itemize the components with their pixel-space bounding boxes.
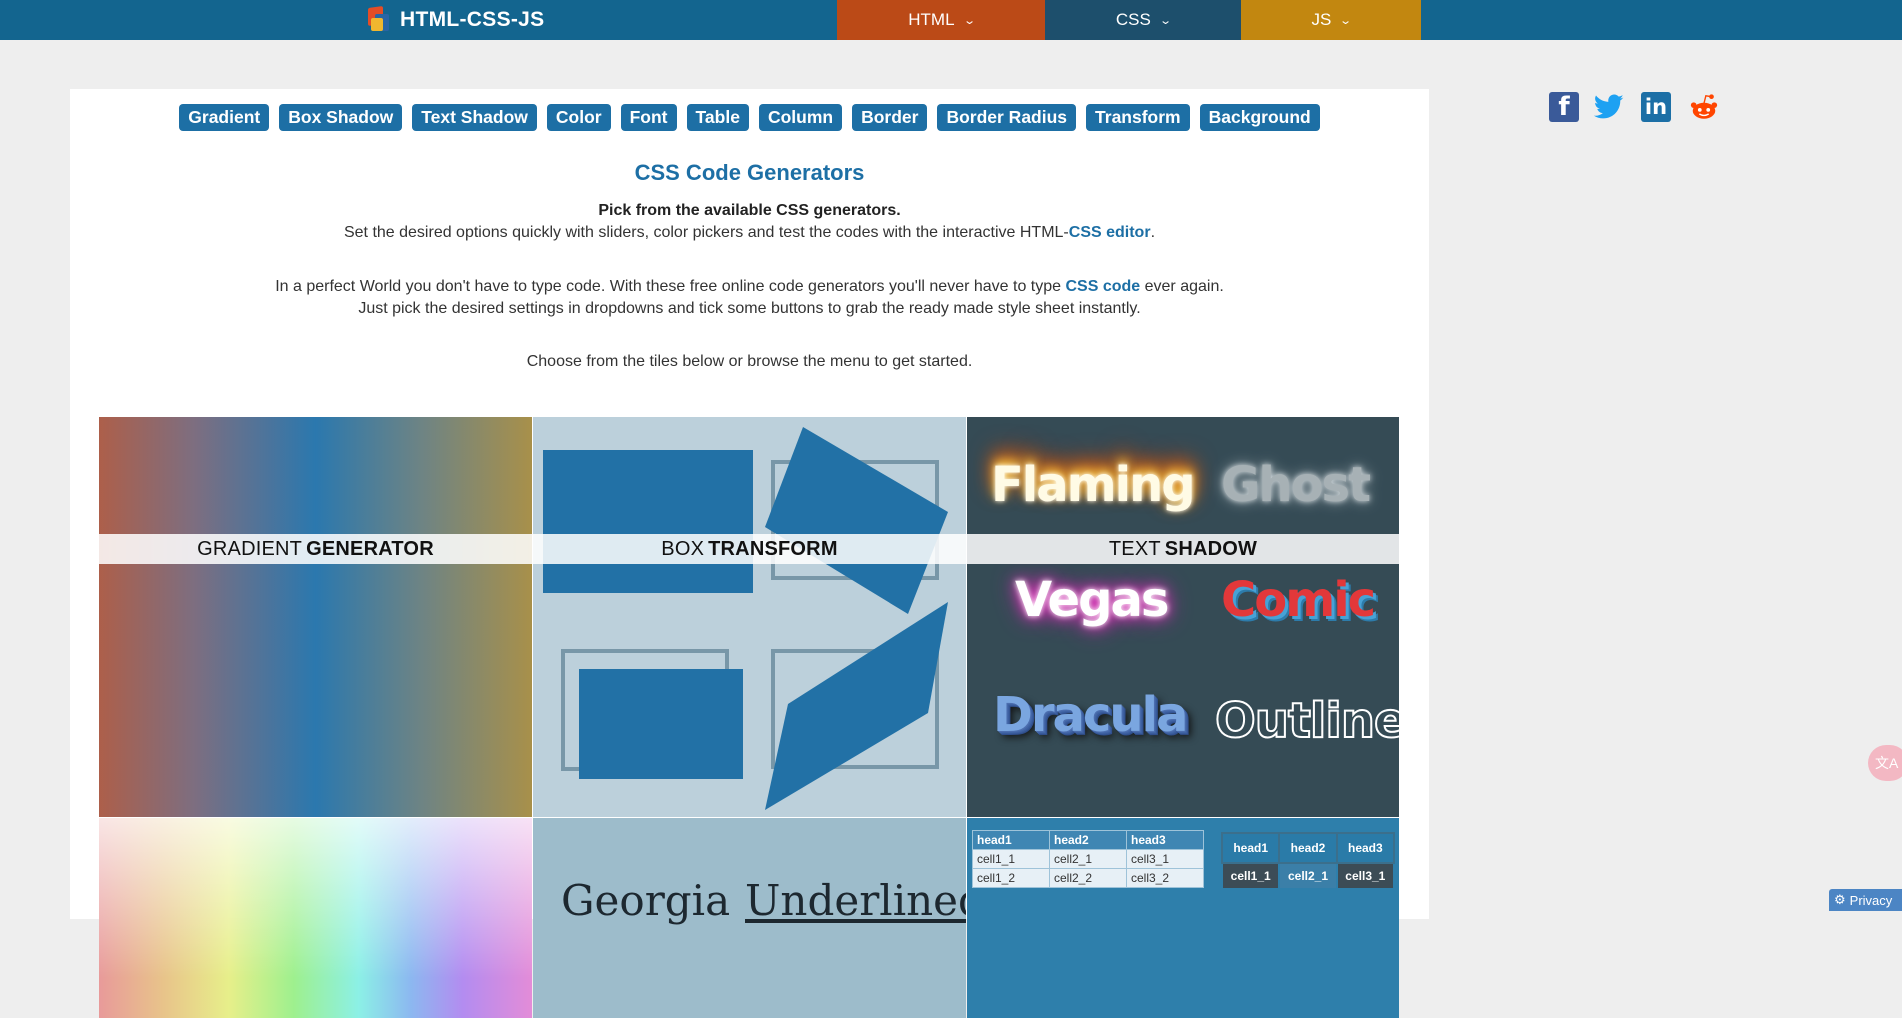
- table-sample-2: head1 head2 head3 cell1_1 cell2_1 cell3_…: [1220, 832, 1396, 890]
- chip-border-radius[interactable]: Border Radius: [937, 104, 1077, 131]
- page-title: CSS Code Generators: [634, 160, 865, 185]
- facebook-icon[interactable]: f: [1549, 92, 1579, 122]
- table-header: head3: [1335, 832, 1396, 864]
- table-sample-1: head1 head2 head3 cell1_1 cell2_1 cell3_…: [972, 830, 1204, 888]
- table-cell: cell3_1: [1335, 862, 1396, 890]
- reddit-icon[interactable]: [1689, 92, 1719, 122]
- intro-bold-line: Pick from the available CSS generators.: [598, 202, 901, 219]
- linkedin-icon[interactable]: in: [1641, 92, 1671, 122]
- tile-box-transform[interactable]: BOX TRANSFORM: [533, 417, 966, 817]
- css-editor-link[interactable]: CSS editor: [1069, 224, 1151, 241]
- tile-color-generator[interactable]: [99, 818, 532, 1018]
- table-row: cell1_2 cell2_2 cell3_2: [972, 868, 1204, 888]
- chip-font[interactable]: Font: [620, 104, 677, 131]
- brand-link[interactable]: HTML-CSS-JS: [365, 5, 544, 35]
- intro-paragraph: Pick from the available CSS generators. …: [70, 200, 1429, 244]
- description-paragraph: In a perfect World you don't have to typ…: [70, 276, 1429, 320]
- chevron-down-icon: ⌄: [1159, 14, 1172, 27]
- table-header: head3: [1126, 830, 1204, 850]
- brand-name: HTML-CSS-JS: [400, 8, 545, 31]
- table-header: head1: [972, 830, 1050, 850]
- table-cell: cell1_2: [972, 868, 1050, 888]
- chip-color[interactable]: Color: [546, 104, 611, 131]
- table-cell: cell1_1: [1220, 862, 1281, 890]
- site-logo-icon: [365, 5, 391, 35]
- menu-tab-js-label: JS: [1311, 10, 1332, 29]
- tile-caption: TEXT SHADOW: [967, 534, 1399, 564]
- menu-tab-css[interactable]: CSS ⌄: [1045, 0, 1241, 40]
- tile-gradient-generator[interactable]: GRADIENT GENERATOR: [99, 417, 532, 817]
- tile-table-generator[interactable]: head1 head2 head3 cell1_1 cell2_1 cell3_…: [967, 818, 1399, 1018]
- menu-tab-js[interactable]: JS ⌄: [1241, 0, 1421, 40]
- css-code-link[interactable]: CSS code: [1065, 278, 1140, 295]
- chip-border[interactable]: Border: [852, 104, 928, 131]
- font-sample-underlined: Underlined: [745, 876, 966, 925]
- privacy-badge[interactable]: ⚙ Privacy: [1829, 889, 1902, 911]
- tile-caption-light: GRADIENT: [197, 537, 303, 560]
- description-text-a: In a perfect World you don't have to typ…: [275, 278, 1066, 295]
- description-text-b: ever again.: [1140, 278, 1224, 295]
- description-line-2: Just pick the desired settings in dropdo…: [358, 300, 1141, 317]
- tile-caption-bold: TRANSFORM: [708, 537, 838, 560]
- tile-caption-light: TEXT: [1108, 537, 1161, 560]
- table-header: head2: [1049, 830, 1127, 850]
- intro-period: .: [1150, 224, 1156, 241]
- privacy-label: Privacy: [1849, 892, 1893, 908]
- sample-flaming: Flaming: [991, 457, 1196, 513]
- menu-tab-html[interactable]: HTML ⌄: [837, 0, 1045, 40]
- table-cell: cell3_2: [1126, 868, 1204, 888]
- table-cell: cell2_1: [1049, 849, 1127, 869]
- table-row: cell1_1 cell2_1 cell3_1: [972, 849, 1204, 869]
- generator-chip-list: Gradient Box Shadow Text Shadow Color Fo…: [70, 104, 1429, 131]
- menu-tab-css-label: CSS: [1115, 10, 1151, 29]
- table-header: head2: [1278, 832, 1338, 864]
- menu-tab-html-label: HTML: [908, 10, 955, 29]
- main-content-panel: Gradient Box Shadow Text Shadow Color Fo…: [70, 89, 1429, 1018]
- tile-text-shadow[interactable]: Flaming Ghost Vegas Comic Dracula Outlin…: [967, 417, 1399, 817]
- top-navigation-bar: HTML-CSS-JS HTML ⌄ CSS ⌄ JS ⌄: [0, 0, 1902, 40]
- table-cell: cell3_1: [1126, 849, 1204, 869]
- table-cell: cell1_1: [972, 849, 1050, 869]
- font-sample-georgia: Georgia: [561, 876, 731, 925]
- gear-icon: ⚙: [1834, 892, 1846, 907]
- sample-dracula: Dracula: [993, 687, 1188, 743]
- tiles-hint: Choose from the tiles below or browse th…: [526, 353, 973, 370]
- table-cell: cell2_2: [1049, 868, 1127, 888]
- chevron-down-icon: ⌄: [962, 14, 976, 27]
- chip-box-shadow[interactable]: Box Shadow: [279, 104, 403, 131]
- tile-font-generator[interactable]: Georgia Underlined: [533, 818, 966, 1018]
- chip-transform[interactable]: Transform: [1086, 104, 1190, 131]
- chip-gradient[interactable]: Gradient: [179, 104, 270, 131]
- chip-text-shadow[interactable]: Text Shadow: [412, 104, 537, 131]
- transform-shapes-illustration: [543, 427, 948, 810]
- translate-icon[interactable]: 文A: [1868, 745, 1902, 781]
- chevron-down-icon: ⌄: [1339, 14, 1353, 27]
- chip-background[interactable]: Background: [1199, 104, 1320, 131]
- twitter-icon[interactable]: [1594, 92, 1624, 122]
- tile-caption: GRADIENT GENERATOR: [99, 534, 532, 564]
- table-row: cell1_1 cell2_1 cell3_1: [1220, 862, 1396, 890]
- tile-caption-bold: GENERATOR: [306, 537, 434, 560]
- sample-outline: Outline: [1214, 692, 1399, 750]
- intro-text: Set the desired options quickly with sli…: [343, 224, 1069, 241]
- tile-caption-light: BOX: [661, 537, 705, 560]
- tile-caption-bold: SHADOW: [1164, 537, 1258, 560]
- sample-ghost: Ghost: [1221, 457, 1371, 513]
- tile-caption: BOX TRANSFORM: [533, 534, 966, 564]
- chip-column[interactable]: Column: [758, 104, 843, 131]
- table-cell: cell2_1: [1278, 862, 1338, 890]
- chip-table[interactable]: Table: [686, 104, 749, 131]
- sample-comic: Comic: [1221, 572, 1376, 628]
- table-header: head1: [1220, 832, 1281, 864]
- sample-vegas: Vegas: [1015, 572, 1169, 628]
